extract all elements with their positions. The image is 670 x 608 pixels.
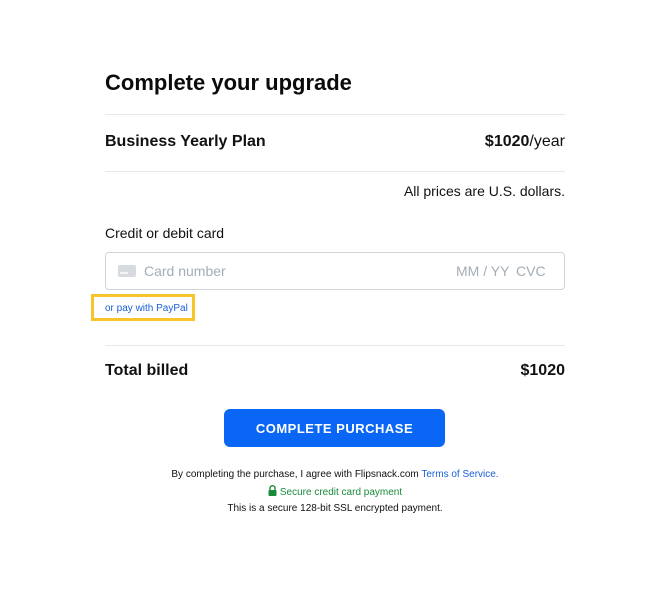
plan-price: $1020/year	[485, 133, 565, 151]
terms-text: By completing the purchase, I agree with…	[171, 469, 419, 480]
card-expiry-input[interactable]	[456, 253, 512, 289]
page-title: Complete your upgrade	[105, 70, 352, 95]
total-row: Total billed $1020	[105, 362, 565, 384]
card-field-label: Credit or debit card	[105, 225, 225, 241]
secure-payment-line: Secure credit card payment	[0, 485, 670, 498]
divider	[105, 114, 565, 115]
credit-card-icon	[118, 265, 136, 277]
plan-price-amount: $1020	[484, 133, 530, 150]
terms-line: By completing the purchase, I agree with…	[0, 469, 670, 480]
card-cvc-input[interactable]	[516, 253, 552, 289]
plan-name: Business Yearly Plan	[105, 133, 266, 150]
ssl-note: This is a secure 128-bit SSL encrypted p…	[227, 503, 443, 514]
paypal-link[interactable]: or pay with PayPal	[105, 303, 188, 314]
total-amount: $1020	[520, 362, 566, 379]
complete-purchase-button[interactable]: COMPLETE PURCHASE	[224, 409, 445, 447]
lock-icon	[268, 485, 277, 496]
card-input-box[interactable]	[105, 252, 565, 290]
currency-note: All prices are U.S. dollars.	[403, 183, 565, 199]
divider	[105, 345, 565, 346]
secure-payment-text: Secure credit card payment	[279, 487, 403, 498]
plan-row: Business Yearly Plan $1020/year	[105, 133, 565, 155]
total-label: Total billed	[105, 362, 189, 379]
card-number-input[interactable]	[144, 253, 444, 289]
divider	[105, 171, 565, 172]
terms-of-service-link[interactable]: Terms of Service.	[421, 469, 498, 480]
plan-price-period: /year	[529, 133, 565, 150]
